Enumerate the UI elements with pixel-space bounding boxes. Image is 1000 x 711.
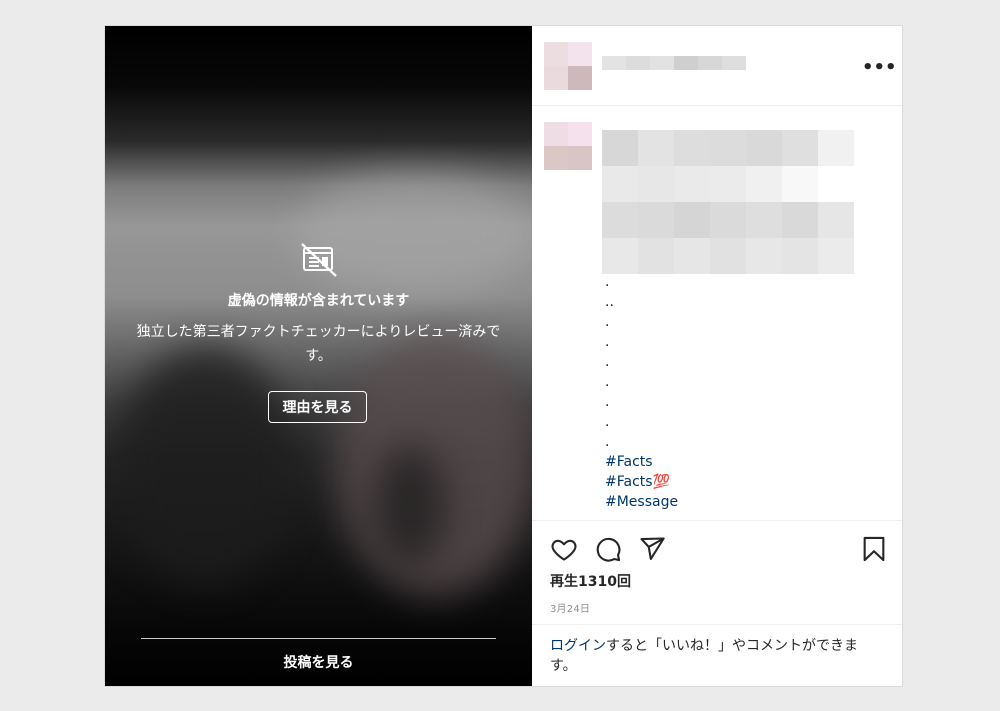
media-blur-region [115, 346, 295, 586]
caption-text: . .. . . . . . . . #Facts #Facts💯 #Messa… [605, 272, 875, 512]
view-count: 再生1310回 [550, 574, 631, 590]
login-link[interactable]: ログイン [550, 638, 606, 654]
caption-line: . [605, 314, 610, 330]
media-blur-region [375, 446, 445, 566]
post-date[interactable]: 3月24日 [550, 600, 590, 615]
hashtag-link[interactable]: #Message [605, 492, 875, 512]
caption-line: . [605, 354, 610, 370]
caption-line: . [605, 394, 610, 410]
caption-line: . [605, 434, 610, 450]
caption-line: . [605, 334, 610, 350]
divider [532, 520, 902, 521]
comment-bubble-icon[interactable] [594, 535, 622, 563]
more-options-icon[interactable]: ••• [862, 56, 897, 80]
caption-line: . [605, 374, 610, 390]
caption-username-and-text [602, 130, 854, 274]
hashtag-link[interactable]: #Facts [605, 452, 875, 472]
divider [532, 624, 902, 625]
view-post-button[interactable]: 投稿を見る [105, 652, 532, 672]
post-card: 虚偽の情報が含まれています 独立した第三者ファクトチェッカーによりレビュー済みで… [104, 25, 903, 687]
false-info-icon [301, 243, 337, 277]
post-side-panel: ••• . .. . . . . . . . #Facts #Facts💯 #M… [532, 26, 902, 686]
divider [532, 105, 902, 106]
warning-description: 独立した第三者ファクトチェッカーによりレビュー済みです。 [136, 324, 501, 364]
post-media[interactable]: 虚偽の情報が含まれています 独立した第三者ファクトチェッカーによりレビュー済みで… [105, 26, 532, 686]
caption-line: . [605, 274, 610, 290]
avatar[interactable] [544, 42, 592, 90]
hashtag-link[interactable]: #Facts💯 [605, 472, 875, 492]
divider [141, 638, 496, 639]
login-prompt: ログインすると「いいね！」やコメントができます。 [550, 636, 880, 676]
username[interactable] [602, 56, 746, 70]
see-why-button[interactable]: 理由を見る [268, 391, 367, 423]
bookmark-icon[interactable] [860, 535, 888, 563]
avatar[interactable] [544, 122, 592, 170]
caption-line: . [605, 414, 610, 430]
heart-icon[interactable] [550, 535, 578, 563]
paper-plane-icon[interactable] [638, 535, 666, 563]
caption-line: .. [605, 294, 614, 310]
warning-title: 虚偽の情報が含まれています [227, 293, 410, 309]
